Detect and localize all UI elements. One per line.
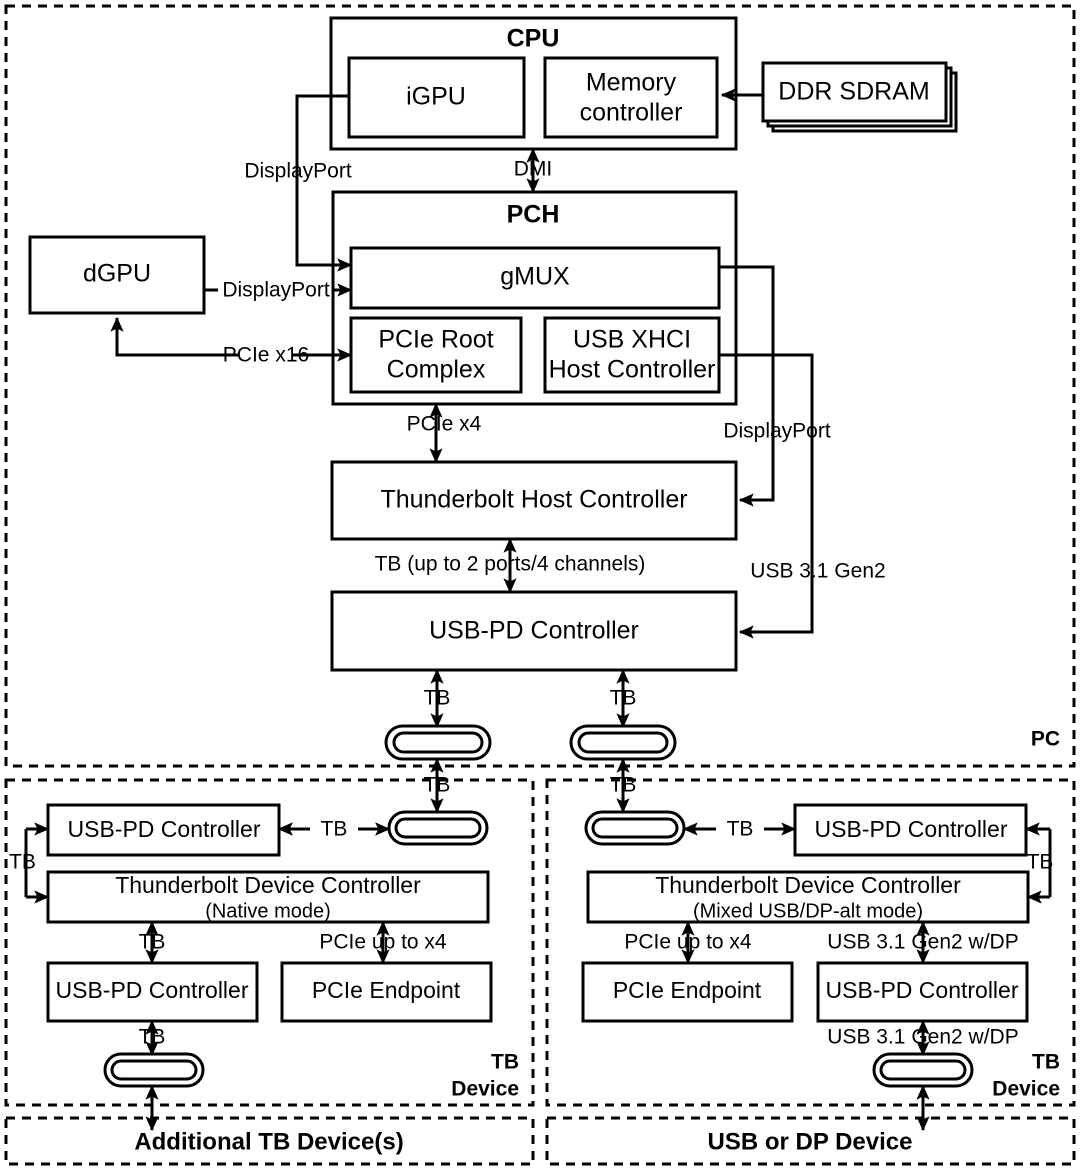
left-usb-pd-top-label: USB-PD Controller <box>68 816 261 842</box>
pcie-root-complex-label-1: PCIe Root <box>378 326 493 354</box>
cpu-title: CPU <box>507 25 560 53</box>
tb-pc-left-label: TB <box>424 687 451 710</box>
pcie-x4-label: PCIe x4 <box>407 413 482 436</box>
zone-additional-tb-label: Additional TB Device(s) <box>134 1128 403 1155</box>
zone-tb-device-left-label-2: Device <box>451 1078 519 1101</box>
right-pcie-x4-label: PCIe up to x4 <box>624 931 752 954</box>
left-tb-bottom-label: TB <box>139 1026 166 1049</box>
pcie-x16-label: PCIe x16 <box>223 344 309 367</box>
left-tb-device-controller-mode: (Native mode) <box>205 900 331 922</box>
right-device-usb-c-port-top <box>584 810 686 846</box>
diagram-canvas: CPU iGPU Memory controller DDR SDRAM DMI… <box>0 0 1080 1170</box>
pcie-root-complex-label-2: Complex <box>387 356 486 384</box>
right-tb-side-label: TB <box>1027 851 1054 874</box>
right-pcie-endpoint-label: PCIe Endpoint <box>613 977 762 1003</box>
displayport-dgpu-label: DisplayPort <box>222 279 330 302</box>
zone-tb-device-right-label-1: TB <box>1032 1051 1060 1074</box>
pc-usb-pd-controller-label: USB-PD Controller <box>429 617 639 645</box>
right-tb-device-controller-label: Thunderbolt Device Controller <box>655 872 961 898</box>
cable-tb-right-label: TB <box>610 774 637 797</box>
left-pcie-endpoint-label: PCIe Endpoint <box>312 977 461 1003</box>
left-tb-down-label: TB <box>139 931 166 954</box>
memory-controller-label-1: Memory <box>586 69 677 97</box>
pch-title: PCH <box>507 201 560 229</box>
usb-xhci-label-1: USB XHCI <box>573 326 691 354</box>
right-tb-device-controller-mode: (Mixed USB/DP-alt mode) <box>693 900 923 922</box>
usb31-gen2-label: USB 3.1 Gen2 <box>750 560 885 583</box>
dgpu-label: dGPU <box>83 260 151 288</box>
tb-ports-channels-label: TB (up to 2 ports/4 channels) <box>375 553 646 576</box>
right-usb-dp-upper-label: USB 3.1 Gen2 w/DP <box>827 931 1018 954</box>
right-usb-pd-bottom-label: USB-PD Controller <box>826 977 1019 1003</box>
displayport-gmux-label: DisplayPort <box>723 420 831 443</box>
left-tb-pd-port-label: TB <box>321 818 348 841</box>
left-tb-device-controller-label: Thunderbolt Device Controller <box>115 872 421 898</box>
gmux-label: gMUX <box>500 263 570 291</box>
right-usb-dp-lower-label: USB 3.1 Gen2 w/DP <box>827 1026 1018 1049</box>
zone-pc-label: PC <box>1031 728 1060 751</box>
zone-tb-device-right-label-2: Device <box>992 1078 1060 1101</box>
ddr-sdram-label: DDR SDRAM <box>778 78 929 106</box>
memory-controller-label-2: controller <box>580 99 683 127</box>
usb-xhci-label-2: Host Controller <box>549 356 716 384</box>
left-tb-side-label: TB <box>9 851 36 874</box>
right-tb-pd-port-label: TB <box>727 818 754 841</box>
left-device-usb-c-port-bottom <box>103 1052 205 1088</box>
pc-usb-c-port-left <box>384 724 492 761</box>
left-pcie-x4-label: PCIe up to x4 <box>319 931 447 954</box>
block-diagram: CPU iGPU Memory controller DDR SDRAM DMI… <box>4 4 1076 1166</box>
right-device-usb-c-port-bottom <box>872 1052 974 1088</box>
displayport-igpu-label: DisplayPort <box>244 160 352 183</box>
cable-tb-left-label: TB <box>424 774 451 797</box>
left-device-usb-c-port-top <box>387 810 489 846</box>
igpu-label: iGPU <box>406 83 466 111</box>
zone-tb-device-left-label-1: TB <box>491 1051 519 1074</box>
zone-usb-dp-device-label: USB or DP Device <box>708 1128 913 1155</box>
right-usb-pd-top-label: USB-PD Controller <box>815 816 1008 842</box>
tb-pc-right-label: TB <box>610 687 637 710</box>
thunderbolt-host-controller-label: Thunderbolt Host Controller <box>380 486 687 514</box>
pc-usb-c-port-right <box>569 724 677 761</box>
left-usb-pd-bottom-label: USB-PD Controller <box>56 977 249 1003</box>
dmi-label: DMI <box>514 158 553 181</box>
